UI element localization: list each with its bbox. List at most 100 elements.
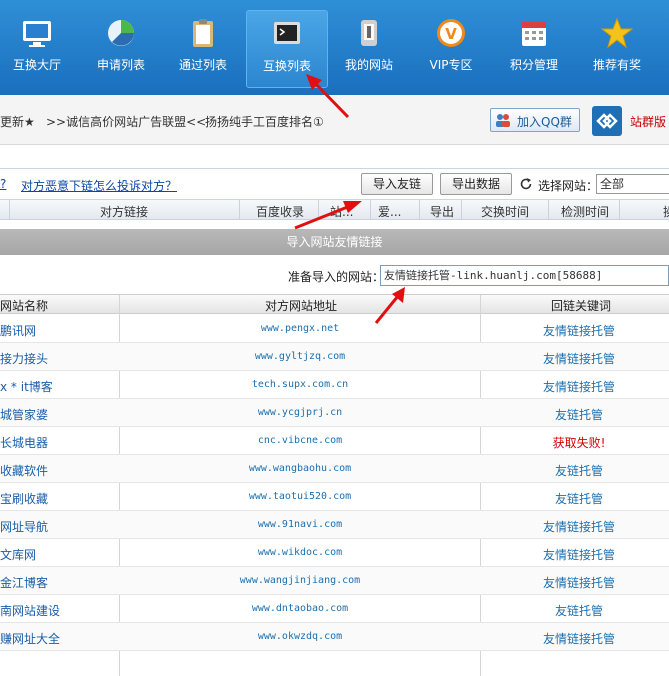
join-qq-group-button[interactable]: 加入QQ群	[490, 108, 580, 132]
site-name[interactable]: 赚网址大全	[0, 630, 60, 647]
site-name[interactable]: 金江博客	[0, 574, 48, 591]
site-url[interactable]: tech.supx.com.cn	[120, 379, 480, 390]
site-name[interactable]: 文库网	[0, 546, 36, 563]
monitor-icon	[23, 21, 51, 47]
complaint-link[interactable]: 对方恶意下链怎么投诉对方？	[21, 177, 177, 194]
chain-link-icon[interactable]	[592, 106, 622, 136]
col-baidu: 百度收录	[256, 205, 305, 219]
calendar-icon	[522, 22, 546, 46]
site-name[interactable]: 长城电器	[0, 434, 48, 451]
nav-item-referral[interactable]: 推荐有奖	[576, 10, 658, 88]
site-name[interactable]: 收藏软件	[0, 462, 48, 479]
nav-item-vip-zone[interactable]: V VIP专区	[410, 10, 492, 88]
site-group-link[interactable]: 站群版	[630, 113, 666, 130]
backlink-keyword: 友情链接托管	[542, 548, 615, 562]
nav-label: 申请列表	[96, 58, 145, 72]
modal-table-header: 网站名称 对方网站地址 回链关键词	[0, 294, 669, 314]
table-row: 赚网址大全 www.okwzdq.com 友情链接托管	[0, 623, 669, 651]
nav-label: 积分管理	[509, 58, 558, 72]
site-url[interactable]: www.okwzdq.com	[120, 631, 480, 642]
backlink-keyword: 友情链接托管	[542, 520, 615, 534]
nav-label: 推荐有奖	[592, 58, 641, 72]
table-header: 对方链接 百度收录 站... 爱... 导出 交换时间 检测时间 操	[0, 200, 669, 220]
col-aizhan: 爱...	[378, 205, 402, 219]
nav-item-exchange-list[interactable]: 互换列表	[246, 10, 328, 88]
table-row: 文库网 www.wikdoc.com 友情链接托管	[0, 539, 669, 567]
backlink-keyword: 友链托管	[554, 492, 603, 506]
col-check-time: 检测时间	[561, 205, 610, 219]
site-name[interactable]: 接力接头	[0, 350, 48, 367]
backlink-keyword: 友情链接托管	[542, 380, 615, 394]
site-name[interactable]: 网址导航	[0, 518, 48, 535]
backlink-keyword: 友情链接托管	[542, 632, 615, 646]
site-url[interactable]: www.dntaobao.com	[120, 603, 480, 614]
col-site: 站...	[330, 205, 354, 219]
site-url[interactable]: cnc.vibcne.com	[120, 435, 480, 446]
help-link[interactable]: ?	[0, 177, 6, 191]
col-actions: 操	[663, 203, 669, 220]
backlink-keyword: 友链托管	[554, 408, 603, 422]
site-url[interactable]: www.wangjinjiang.com	[120, 575, 480, 586]
site-url[interactable]: www.wangbaohu.com	[120, 463, 480, 474]
backlink-keyword: 获取失败!	[552, 436, 606, 450]
table-row: 鹏讯网 www.pengx.net 友情链接托管	[0, 315, 669, 343]
nav-item-apply-list[interactable]: 申请列表	[80, 10, 162, 88]
col-export: 导出	[430, 205, 455, 219]
prepare-site-label: 准备导入的网站：	[288, 270, 385, 284]
nav-label: 通过列表	[178, 58, 227, 72]
star-icon	[600, 17, 634, 49]
site-name[interactable]: 南网站建设	[0, 602, 60, 619]
site-url[interactable]: www.taotui520.com	[120, 491, 480, 502]
site-url[interactable]: www.pengx.net	[120, 323, 480, 334]
site-select-label: 选择网站：	[538, 179, 599, 193]
site-url[interactable]: www.wikdoc.com	[120, 547, 480, 558]
notice-rank-link[interactable]: 扬扬纯手工百度排名①	[205, 113, 324, 130]
site-url[interactable]: www.ycgjprj.cn	[120, 407, 480, 418]
table-row: 金江博客 www.wangjinjiang.com 友情链接托管	[0, 567, 669, 595]
table-row: 网址导航 www.91navi.com 友情链接托管	[0, 511, 669, 539]
svg-text:V: V	[445, 25, 457, 43]
site-select[interactable]: 全部	[596, 174, 669, 194]
notice-update-text[interactable]: 更新★	[0, 113, 35, 130]
col-backlink-keyword: 回链关键词	[551, 299, 612, 313]
terminal-icon	[274, 22, 300, 44]
join-qq-group-label: 加入QQ群	[517, 115, 572, 129]
nav-label: 我的网站	[344, 58, 393, 72]
clipboard-icon	[193, 19, 213, 47]
table-row: 南网站建设 www.dntaobao.com 友链托管	[0, 595, 669, 623]
table-row: 收藏软件 www.wangbaohu.com 友链托管	[0, 455, 669, 483]
table-row: 接力接头 www.gyltjzq.com 友情链接托管	[0, 343, 669, 371]
site-name[interactable]: 宝刷收藏	[0, 490, 48, 507]
nav-item-my-sites[interactable]: 我的网站	[328, 10, 410, 88]
refresh-icon[interactable]	[519, 177, 533, 191]
page-root: 互换大厅 申请列表 通过列表 互换列表 我的网站 V VIP专区 积分管理 推荐	[0, 0, 669, 676]
import-links-button[interactable]: 导入友链	[361, 173, 433, 195]
site-name[interactable]: 城管家婆	[0, 406, 48, 423]
nav-label: 互换大厅	[12, 58, 61, 72]
col-link: 对方链接	[100, 205, 149, 219]
table-row: x * it博客 tech.supx.com.cn 友情链接托管	[0, 371, 669, 399]
site-name[interactable]: x * it博客	[0, 378, 53, 395]
export-data-button[interactable]: 导出数据	[440, 173, 512, 195]
site-url[interactable]: www.gyltjzq.com	[120, 351, 480, 362]
site-name[interactable]: 鹏讯网	[0, 322, 36, 339]
nav-item-exchange-hall[interactable]: 互换大厅	[0, 10, 78, 88]
table-row: 城管家婆 www.ycgjprj.cn 友链托管	[0, 399, 669, 427]
nav-item-approved-list[interactable]: 通过列表	[162, 10, 244, 88]
pie-chart-icon	[108, 20, 134, 46]
top-navigation: 互换大厅 申请列表 通过列表 互换列表 我的网站 V VIP专区 积分管理 推荐	[0, 0, 669, 95]
vip-badge-icon: V	[437, 19, 465, 47]
backlink-keyword: 友情链接托管	[542, 324, 615, 338]
group-icon	[496, 114, 510, 127]
backlink-keyword: 友链托管	[554, 464, 603, 478]
notice-ad-link[interactable]: >>诚信高价网站广告联盟<<	[46, 113, 206, 130]
nav-label: VIP专区	[429, 58, 473, 72]
modal-title: 导入网站友情链接	[0, 229, 669, 255]
nav-item-points[interactable]: 积分管理	[493, 10, 575, 88]
backlink-keyword: 友情链接托管	[542, 352, 615, 366]
site-url[interactable]: www.91navi.com	[120, 519, 480, 530]
nav-label: 互换列表	[262, 59, 311, 73]
col-site-url: 对方网站地址	[265, 299, 338, 313]
table-row: 长城电器 cnc.vibcne.com 获取失败!	[0, 427, 669, 455]
prepare-site-select[interactable]: 友情链接托管-link.huanlj.com[58688]	[380, 265, 669, 286]
